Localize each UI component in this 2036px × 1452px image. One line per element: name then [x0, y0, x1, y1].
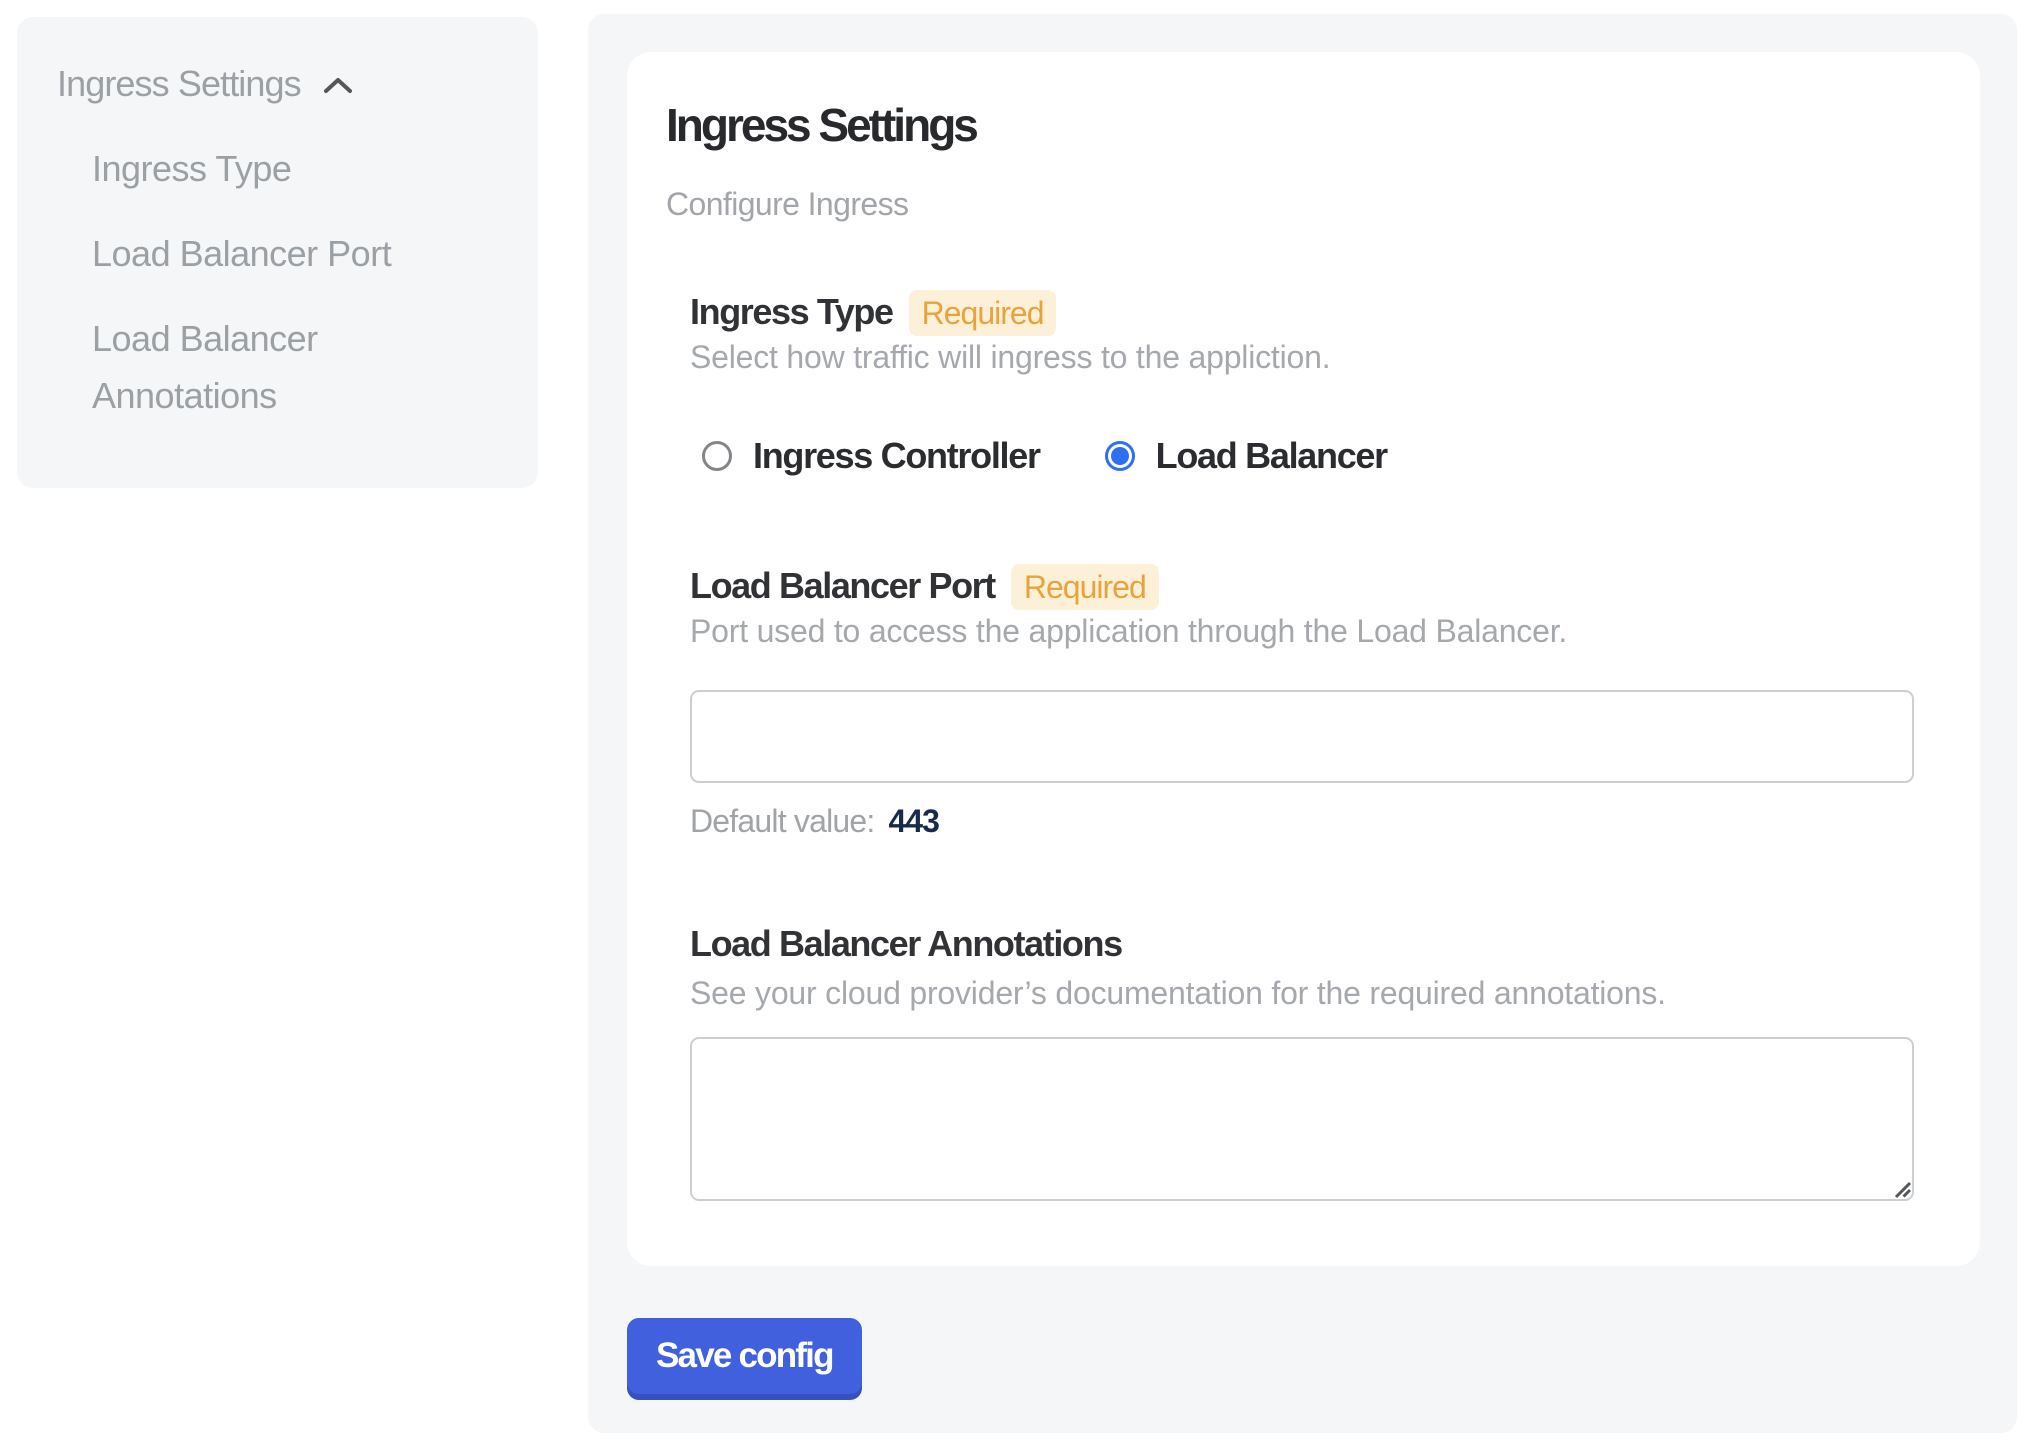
field-header-row: Load Balancer Annotations — [690, 922, 1914, 966]
sidebar: Ingress Settings Ingress Type Load Balan… — [17, 17, 538, 488]
default-value-line: Default value: 443 — [690, 802, 1914, 840]
field-title-load-balancer-port: Load Balancer Port — [690, 564, 995, 608]
radio-label: Ingress Controller — [753, 434, 1040, 478]
field-description: Select how traffic will ingress to the a… — [690, 338, 1914, 376]
radio-option-load-balancer[interactable]: Load Balancer — [1105, 434, 1387, 478]
sidebar-item-ingress-type[interactable]: Ingress Type — [92, 140, 497, 197]
radio-group-ingress-type: Ingress Controller Load Balancer — [702, 434, 1914, 478]
textarea-wrapper — [690, 1037, 1914, 1201]
section-load-balancer-port: Load Balancer Port Required Port used to… — [690, 564, 1914, 840]
main-panel: Ingress Settings Configure Ingress Ingre… — [588, 14, 2017, 1433]
load-balancer-port-input[interactable] — [690, 690, 1914, 783]
default-value-label: Default value: — [690, 803, 874, 839]
settings-card: Ingress Settings Configure Ingress Ingre… — [627, 52, 1980, 1266]
field-header-row: Ingress Type Required — [690, 290, 1914, 336]
sidebar-item-load-balancer-port[interactable]: Load Balancer Port — [92, 225, 497, 282]
save-config-button[interactable]: Save config — [627, 1318, 862, 1394]
sidebar-nav: Ingress Type Load Balancer Port Load Bal… — [92, 140, 497, 424]
field-title-ingress-type: Ingress Type — [690, 290, 893, 334]
page-subtitle: Configure Ingress — [666, 185, 1914, 223]
section-load-balancer-annotations: Load Balancer Annotations See your cloud… — [690, 922, 1914, 1201]
radio-label: Load Balancer — [1156, 434, 1387, 478]
load-balancer-annotations-textarea[interactable] — [690, 1037, 1914, 1201]
page-title: Ingress Settings — [666, 99, 1914, 152]
required-badge: Required — [909, 290, 1057, 336]
sidebar-item-load-balancer-annotations[interactable]: Load Balancer Annotations — [92, 310, 497, 424]
radio-circle-selected[interactable] — [1105, 441, 1135, 471]
required-badge: Required — [1011, 564, 1159, 610]
section-ingress-type: Ingress Type Required Select how traffic… — [690, 290, 1914, 478]
radio-option-ingress-controller[interactable]: Ingress Controller — [702, 434, 1040, 478]
sidebar-group-header[interactable]: Ingress Settings — [57, 62, 498, 106]
field-description: Port used to access the application thro… — [690, 612, 1914, 650]
default-value: 443 — [888, 803, 938, 839]
chevron-up-icon — [323, 76, 353, 95]
radio-circle-unselected[interactable] — [702, 441, 732, 471]
field-header-row: Load Balancer Port Required — [690, 564, 1914, 610]
field-title-load-balancer-annotations: Load Balancer Annotations — [690, 922, 1122, 966]
sidebar-group-label: Ingress Settings — [57, 62, 301, 106]
field-description: See your cloud provider’s documentation … — [690, 974, 1914, 1012]
